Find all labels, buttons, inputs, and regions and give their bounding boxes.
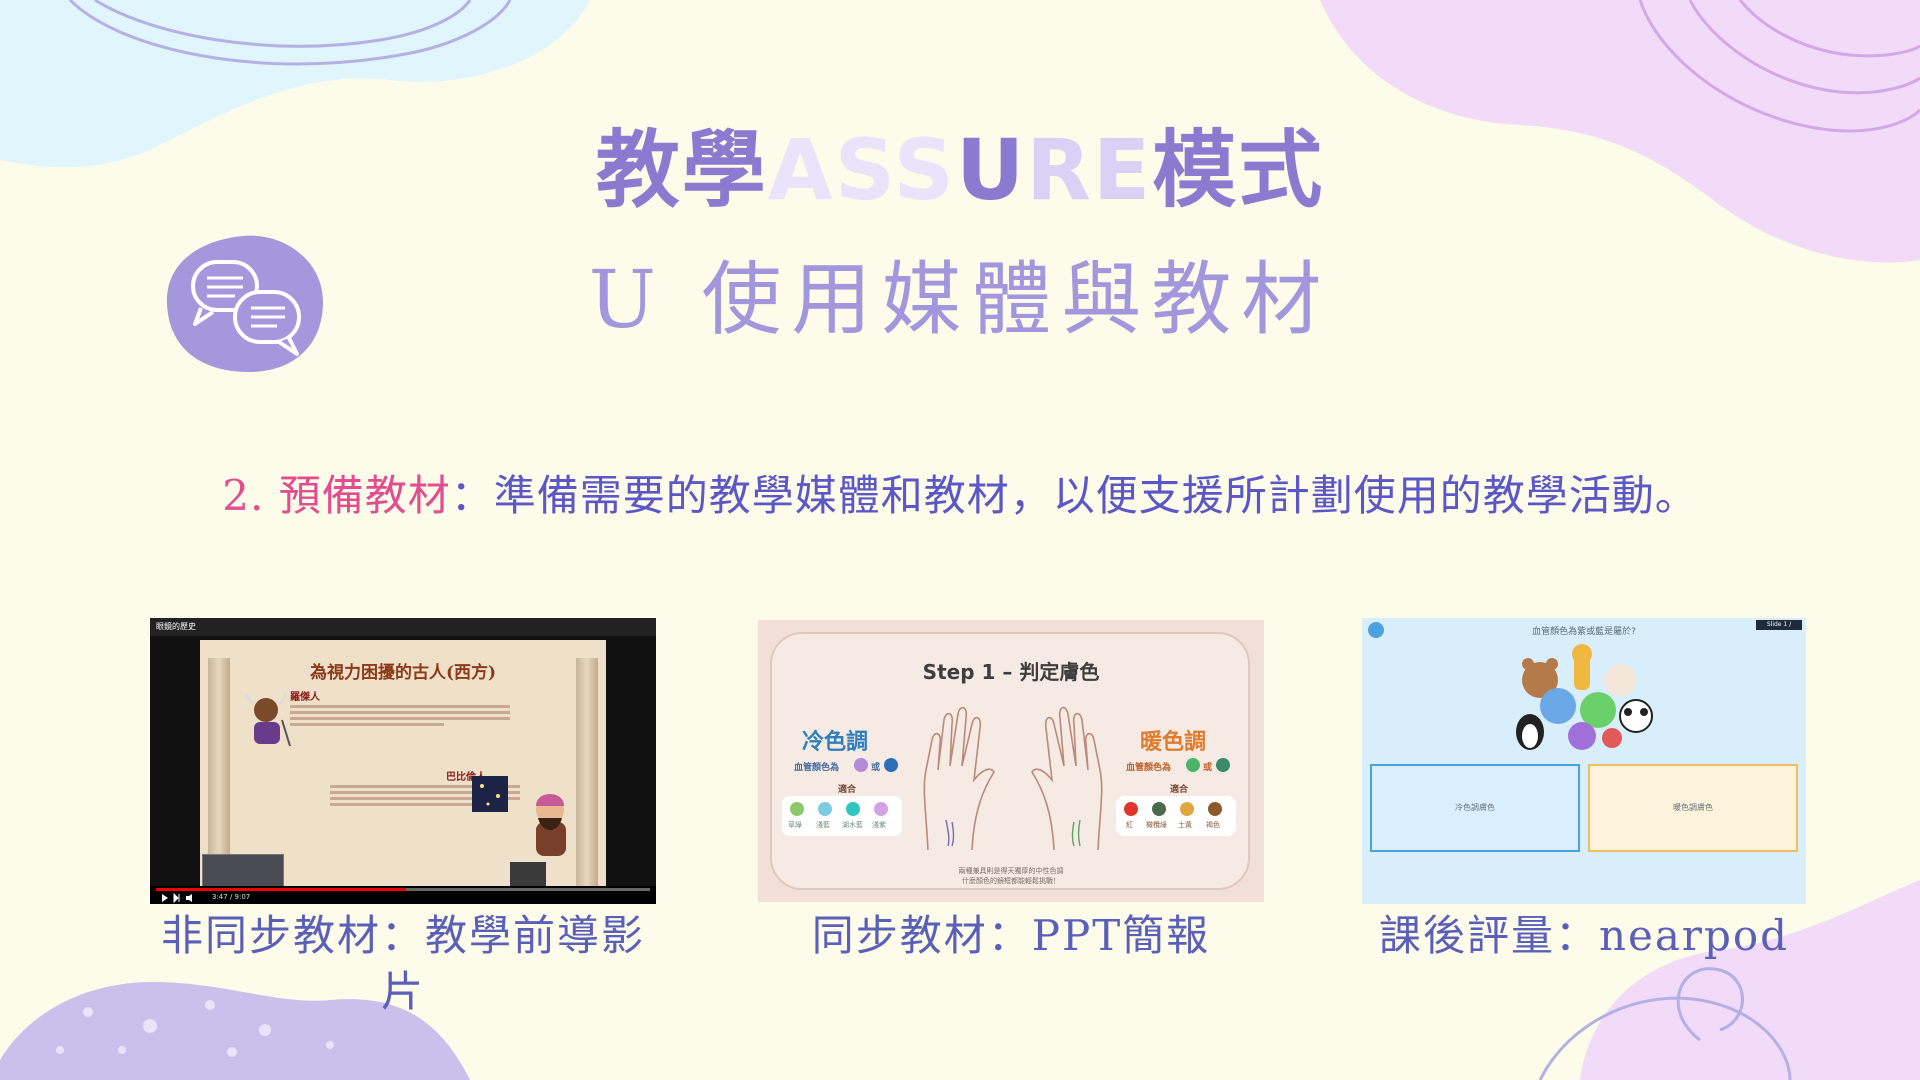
step-keyword: 預備教材 xyxy=(278,471,451,520)
animals-group-icon xyxy=(1516,644,1653,750)
video-person1: 羅傑人 xyxy=(290,692,320,703)
color-dot xyxy=(818,802,832,816)
cool-color-name: 湖水藍 xyxy=(842,821,863,829)
babylon-character-icon xyxy=(472,776,566,856)
nearpod-option-warm[interactable]: 暖色調膚色 xyxy=(1588,764,1798,852)
color-dot xyxy=(1180,802,1194,816)
ppt-cool-vein: 血管顏色為 xyxy=(794,763,840,773)
nearpod-thumbnail[interactable]: 血管顏色為紫或藍是屬於? Slide 1 / 冷色調膚色 暖色調膚色 xyxy=(1362,618,1806,904)
cool-color-name: 淺紫 xyxy=(872,821,886,829)
ppt-warm-label: 暖色調 xyxy=(1140,730,1207,755)
hands-icon xyxy=(923,706,1103,851)
dot xyxy=(118,1046,126,1054)
webcam-overlay-2 xyxy=(510,862,546,888)
nearpod-option-cool[interactable]: 冷色調膚色 xyxy=(1370,764,1580,852)
title-letter-s: S xyxy=(834,121,894,219)
title-letter-e: E xyxy=(1092,121,1153,219)
step-number: 2. xyxy=(222,471,265,520)
warm-color-name: 橄欖綠 xyxy=(1146,821,1167,829)
warm-color-name: 土黃 xyxy=(1178,821,1192,829)
dot xyxy=(143,1019,157,1033)
ppt-note1: 兩種兼具則是得天獨厚的中性色調 xyxy=(958,867,1064,875)
caption-ppt: 同步教材：PPT簡報 xyxy=(811,911,1211,960)
title-letter-r: R xyxy=(1026,121,1093,219)
step-description: 2. 預備教材：準備需要的教學媒體和教材，以便支援所計劃使用的教學活動。 xyxy=(0,468,1920,524)
dot xyxy=(83,1007,93,1017)
ppt-cool-label: 冷色調 xyxy=(802,730,869,755)
dot xyxy=(259,1024,271,1036)
nearpod-slide-indicator: Slide 1 / xyxy=(1756,620,1802,630)
dot xyxy=(326,1041,334,1049)
page-subtitle: U 使用媒體與教材 xyxy=(588,253,1332,346)
color-dot xyxy=(1152,802,1166,816)
color-dot xyxy=(846,802,860,816)
video-paragraph1 xyxy=(290,702,510,729)
play-icon[interactable] xyxy=(160,893,200,903)
dot xyxy=(56,1046,64,1054)
color-dot xyxy=(1216,758,1230,772)
title-part2: 模式 xyxy=(1152,121,1325,219)
color-dot xyxy=(854,758,868,772)
viking-character-icon xyxy=(244,693,291,747)
video-top-title: 眼鏡的歷史 xyxy=(150,618,656,636)
caption-nearpod: 課後評量：nearpod xyxy=(1378,911,1790,960)
cool-color-name: 草綠 xyxy=(788,821,802,829)
video-thumbnail[interactable]: 眼鏡的歷史 為視力困擾的古人(西方) 羅傑人 巴比倫人 3:47 / 9:07 xyxy=(150,618,656,904)
ppt-cool-suit: 適合 xyxy=(838,785,857,795)
title-letter-a: A xyxy=(767,121,835,219)
color-dot xyxy=(1208,802,1222,816)
video-time: 3:47 / 9:07 xyxy=(212,893,251,901)
color-dot xyxy=(884,758,898,772)
title-letter-s: S xyxy=(893,121,956,219)
ppt-warm-suit: 適合 xyxy=(1170,785,1189,795)
color-dot xyxy=(790,802,804,816)
ppt-cool-or: 或 xyxy=(871,763,881,773)
caption-video: 非同步教材：教學前導影片 xyxy=(160,911,645,1016)
ppt-warm-vein: 血管顏色為 xyxy=(1126,763,1172,773)
page-title: 教學ASSURE模式 xyxy=(0,120,1920,220)
video-slide-heading: 為視力困擾的古人(西方) xyxy=(309,663,497,683)
step-colon: ： xyxy=(450,471,494,520)
title-part1: 教學 xyxy=(595,121,768,219)
warm-color-name: 紅 xyxy=(1126,821,1133,829)
color-dot xyxy=(874,802,888,816)
color-dot xyxy=(1186,758,1200,772)
ppt-thumbnail[interactable]: Step 1 – 判定膚色 冷色調 暖色調 血管顏色為 或 血管顏色為 或 適合… xyxy=(758,620,1264,902)
warm-color-name: 褐色 xyxy=(1206,821,1220,829)
ppt-heading: Step 1 – 判定膚色 xyxy=(922,660,1100,684)
ppt-warm-or: 或 xyxy=(1203,763,1213,773)
dot xyxy=(227,1047,237,1057)
step-text: 準備需要的教學媒體和教材，以便支援所計劃使用的教學活動。 xyxy=(493,471,1698,520)
ppt-note2: 什麼顏色的鏡框都能輕鬆挑戰！ xyxy=(962,877,1060,885)
cool-color-name: 淺藍 xyxy=(816,821,830,829)
video-progress-played xyxy=(156,888,406,891)
nearpod-question: 血管顏色為紫或藍是屬於? xyxy=(1532,627,1636,637)
title-letter-u: U xyxy=(955,121,1027,219)
color-dot xyxy=(1124,802,1138,816)
